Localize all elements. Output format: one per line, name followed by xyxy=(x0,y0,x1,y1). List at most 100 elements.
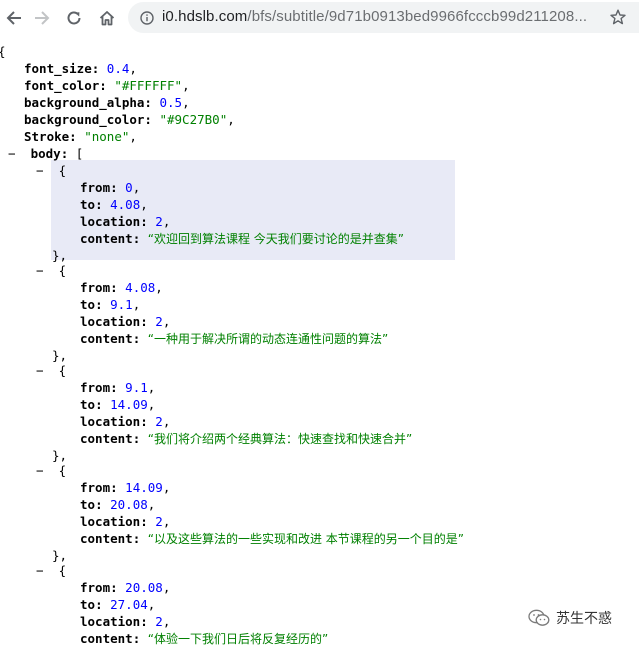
collapse-toggle[interactable]: − xyxy=(36,463,44,478)
key-label: to xyxy=(80,297,96,312)
key-label: to xyxy=(80,597,96,612)
value-number: 2 xyxy=(155,414,163,429)
value-string: "#FFFFFF" xyxy=(114,78,183,93)
item-to: to: 9.1, xyxy=(80,297,141,312)
item-open: − { xyxy=(36,162,66,179)
open-brace: { xyxy=(58,363,67,378)
key-label: from xyxy=(80,580,111,595)
key-label: content xyxy=(80,331,133,346)
root-open-brace: { xyxy=(0,43,6,60)
open-brace: { xyxy=(58,463,67,478)
value-number: 27.04 xyxy=(110,597,148,612)
key-label: from xyxy=(80,180,111,195)
item-from: from: 20.08, xyxy=(80,580,171,595)
collapse-toggle[interactable]: − xyxy=(36,563,44,578)
back-button[interactable] xyxy=(2,6,26,30)
collapse-toggle[interactable]: − xyxy=(8,146,16,161)
collapse-toggle[interactable]: − xyxy=(36,263,44,278)
value-number: 20.08 xyxy=(110,497,148,512)
item-open: − { xyxy=(36,562,66,579)
url-text[interactable]: i0.hdslb.com/bfs/subtitle/9d71b0913bed99… xyxy=(162,8,587,25)
key-label: to xyxy=(80,397,96,412)
item-location: location: 2, xyxy=(80,214,171,229)
watermark-text: 苏生不惑 xyxy=(556,611,612,627)
bookmark-star-icon[interactable] xyxy=(610,9,626,25)
value-number: 0 xyxy=(125,180,133,195)
item-open: − { xyxy=(36,462,66,479)
browser-toolbar: i0.hdslb.com/bfs/subtitle/9d71b0913bed99… xyxy=(0,0,639,36)
page-info-icon[interactable] xyxy=(140,10,154,26)
item-content: content: “我们将介绍两个经典算法：快速查找和快速合并” xyxy=(80,431,413,446)
address-bar[interactable]: i0.hdslb.com/bfs/subtitle/9d71b0913bed99… xyxy=(128,2,639,33)
item-location: location: 2, xyxy=(80,414,171,429)
item-to: to: 4.08, xyxy=(80,197,148,212)
item-to: to: 14.09, xyxy=(80,397,156,412)
key-label: to xyxy=(80,197,96,212)
item-to: to: 20.08, xyxy=(80,497,156,512)
value-string: “欢迎回到算法课程 今天我们要讨论的是并查集” xyxy=(147,232,404,246)
body-key-line: − body: [ xyxy=(8,146,84,161)
value-number: 9.1 xyxy=(110,297,133,312)
key-label: location xyxy=(80,614,141,629)
wechat-logo-icon xyxy=(528,609,550,626)
value-string: "#9C27B0" xyxy=(159,112,228,127)
meta-background-alpha: background_alpha: 0.5, xyxy=(24,95,190,110)
open-brace: { xyxy=(58,163,67,178)
value-number: 0.5 xyxy=(159,95,183,110)
value-number: 14.09 xyxy=(125,480,163,495)
key-label: to xyxy=(80,497,96,512)
home-button[interactable] xyxy=(95,6,119,30)
value-number: 20.08 xyxy=(125,580,163,595)
key-label: location xyxy=(80,314,141,329)
item-content: content: “体验一下我们日后将反复经历的” xyxy=(80,631,329,646)
collapse-toggle[interactable]: − xyxy=(36,363,44,378)
forward-button[interactable] xyxy=(30,6,54,30)
item-from: from: 4.08, xyxy=(80,280,163,295)
key-label: background_alpha xyxy=(24,95,145,110)
item-from: from: 9.1, xyxy=(80,380,156,395)
value-string: "none" xyxy=(84,129,130,144)
key-label: background_color xyxy=(24,112,145,127)
item-to: to: 27.04, xyxy=(80,597,156,612)
key-label: font_size xyxy=(24,61,92,76)
key-label: from xyxy=(80,280,111,295)
item-content: content: “一种用于解决所谓的动态连通性问题的算法” xyxy=(80,331,389,346)
arrow-right-icon xyxy=(35,11,50,25)
item-content: content: “以及这些算法的一些实现和改进 本节课程的另一个目的是” xyxy=(80,531,465,546)
key-label: content xyxy=(80,431,133,446)
meta-stroke: Stroke: "none", xyxy=(24,129,137,144)
json-viewer: { font_size: 0.4, font_color: "#FFFFFF",… xyxy=(0,36,639,648)
arrow-left-icon xyxy=(6,11,21,25)
item-location: location: 2, xyxy=(80,614,171,629)
body-key: body xyxy=(30,146,61,161)
key-label: Stroke xyxy=(24,129,70,144)
reload-button[interactable] xyxy=(62,6,86,30)
value-number: 0.4 xyxy=(106,61,130,76)
key-label: font_color xyxy=(24,78,100,93)
key-label: from xyxy=(80,380,111,395)
item-content: content: “欢迎回到算法课程 今天我们要讨论的是并查集” xyxy=(80,231,404,246)
meta-font-size: font_size: 0.4, xyxy=(24,61,137,76)
value-number: 2 xyxy=(155,514,163,529)
collapse-toggle[interactable]: − xyxy=(36,163,44,178)
value-number: 14.09 xyxy=(110,397,148,412)
open-brace: { xyxy=(58,263,67,278)
item-from: from: 14.09, xyxy=(80,480,171,495)
url-path: /bfs/subtitle/9d71b0913bed9966fcccb99d21… xyxy=(247,8,588,25)
body-open-bracket: [ xyxy=(75,146,84,161)
item-from: from: 0, xyxy=(80,180,141,195)
key-label: from xyxy=(80,480,111,495)
value-string: “我们将介绍两个经典算法：快速查找和快速合并” xyxy=(147,432,413,446)
value-string: “以及这些算法的一些实现和改进 本节课程的另一个目的是” xyxy=(147,532,465,546)
value-string: “体验一下我们日后将反复经历的” xyxy=(147,632,329,646)
value-number: 2 xyxy=(155,614,163,629)
item-open: − { xyxy=(36,362,66,379)
value-number: 2 xyxy=(155,214,163,229)
item-open: − { xyxy=(36,262,66,279)
wechat-watermark: 苏生不惑 xyxy=(528,608,612,628)
key-label: content xyxy=(80,631,133,646)
item-location: location: 2, xyxy=(80,514,171,529)
key-label: location xyxy=(80,414,141,429)
key-label: location xyxy=(80,514,141,529)
value-number: 4.08 xyxy=(110,197,141,212)
